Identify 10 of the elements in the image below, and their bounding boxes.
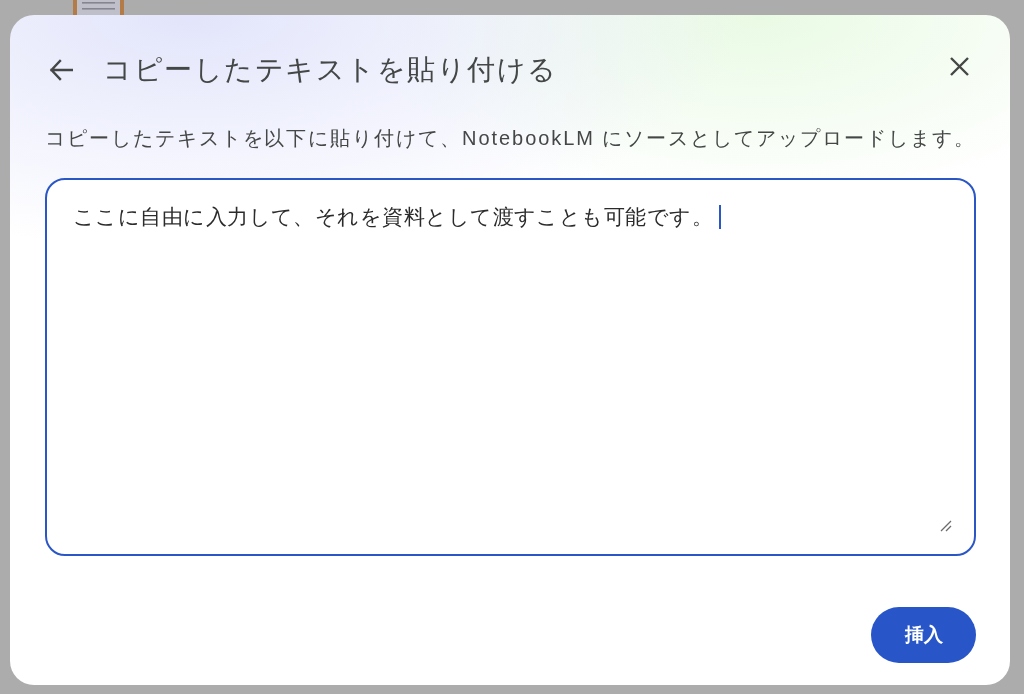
dialog-description: コピーしたテキストを以下に貼り付けて、NotebookLM にソースとしてアップロードします。	[45, 126, 976, 150]
insert-button[interactable]: 挿入	[871, 607, 976, 663]
text-cursor-icon	[719, 205, 722, 229]
close-icon[interactable]	[950, 57, 969, 76]
back-icon[interactable]	[49, 59, 73, 81]
text-input-field[interactable]: ここに自由に入力して、それを資料として渡すことも可能です。	[45, 178, 976, 556]
resize-handle-icon[interactable]	[940, 520, 952, 532]
input-text: ここに自由に入力して、それを資料として渡すことも可能です。	[73, 204, 714, 230]
dialog-title: コピーしたテキストを貼り付ける	[103, 53, 559, 87]
document-icon	[73, 0, 124, 15]
